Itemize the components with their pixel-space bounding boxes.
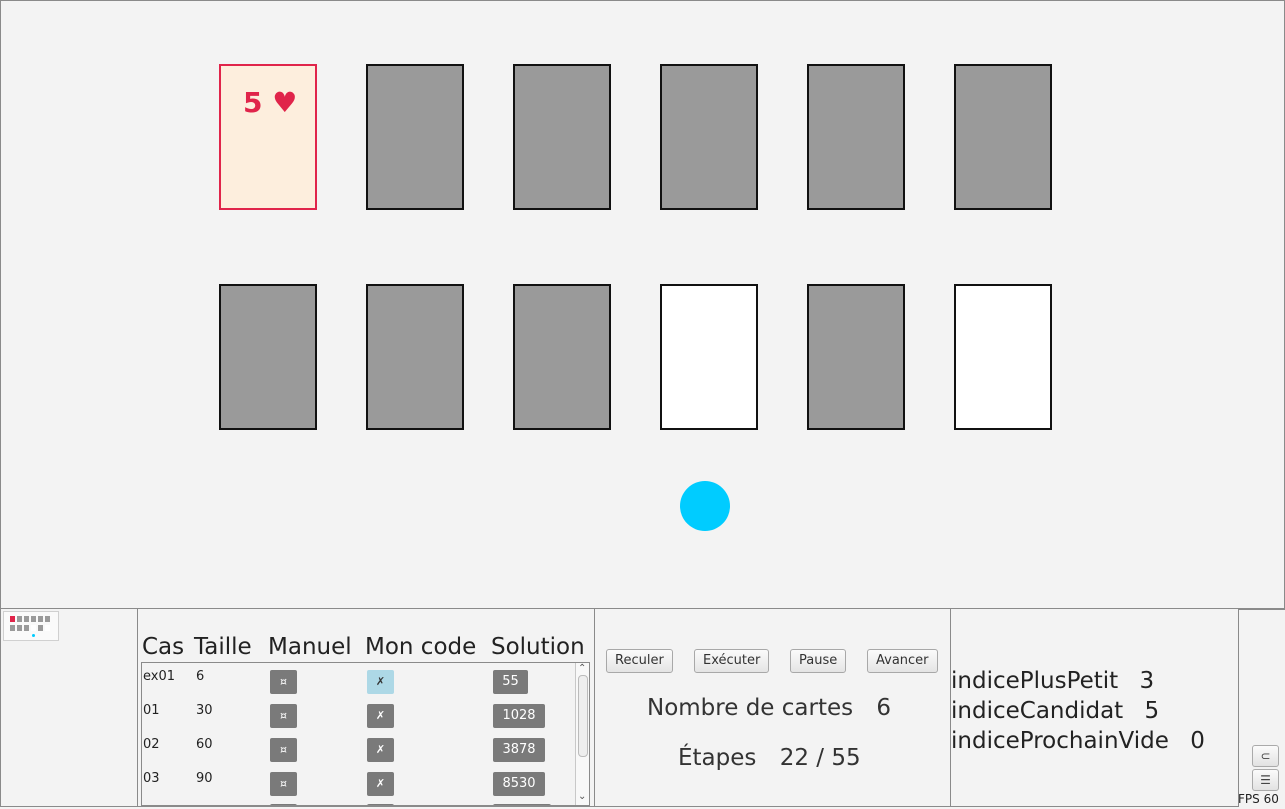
header-taille: Taille [194,634,252,660]
minimap-card [45,625,50,631]
manual-button[interactable]: ¤ [270,772,297,796]
scroll-up-icon[interactable]: ⌃ [578,663,586,674]
solution-button[interactable] [493,804,551,805]
cases-header: Cas Taille Manuel Mon code Solution [142,634,590,662]
header-solution: Solution [491,634,585,660]
bottom-panel: Cas Taille Manuel Mon code Solution ex01… [0,608,1285,809]
variable-name: indiceProchainVide [951,728,1169,754]
card-slot-empty [660,284,758,430]
game-canvas: 5 ♥ [0,0,1285,610]
manual-button[interactable]: ¤ [270,670,297,694]
executer-button[interactable]: Exécuter [694,649,770,673]
card-face-label: 5 ♥ [243,86,297,119]
reculer-button[interactable]: Reculer [606,649,673,673]
steps-label: Étapes [678,745,757,771]
variable-row: indiceProchainVide 0 [951,728,1205,754]
card-back [513,284,611,430]
minimap[interactable] [3,611,59,641]
card-rank: 5 [243,86,263,119]
header-mon-code: Mon code [365,634,477,660]
minimap-card [38,616,43,622]
minimap-card [31,616,36,622]
solution-button[interactable]: 55 [493,670,528,694]
card-back [366,64,464,210]
menu-icon[interactable]: ☰ [1252,769,1279,791]
cards-count-label: Nombre de cartes [647,695,854,721]
row-cas: 01 [143,703,160,718]
table-row[interactable] [142,799,577,805]
manual-button[interactable]: ¤ [270,738,297,762]
table-row[interactable]: 01 30 ¤ ✗ 1028 [142,697,577,731]
card-face: 5 ♥ [219,64,317,210]
header-manuel: Manuel [268,634,352,660]
steps-count: Étapes 22 / 55 [678,745,861,771]
minimap-card [45,616,50,622]
scroll-down-icon[interactable]: ⌄ [578,791,586,802]
cards-count-value: 6 [876,695,892,721]
table-row[interactable]: ex01 6 ¤ ✗ 55 [142,663,577,697]
card-back [513,64,611,210]
table-row[interactable]: 03 90 ¤ ✗ 8530 [142,765,577,799]
minimap-card [31,625,36,631]
card-back [366,284,464,430]
variable-name: indiceCandidat [951,698,1124,724]
solution-button[interactable]: 3878 [493,738,545,762]
cases-list[interactable]: ex01 6 ¤ ✗ 55 01 30 ¤ ✗ 1028 02 60 ¤ ✗ 3… [141,662,590,806]
card-back [807,284,905,430]
pause-button[interactable]: Pause [790,649,847,673]
card-back [954,64,1052,210]
row-taille: 60 [196,737,213,752]
steps-value: 22 / 55 [779,745,861,771]
scroll-thumb[interactable] [578,675,588,757]
controls-panel: Reculer Exécuter Pause Avancer Nombre de… [594,608,951,807]
row-taille: 90 [196,771,213,786]
avancer-button[interactable]: Avancer [867,649,938,673]
manual-button[interactable] [270,804,297,805]
variable-row: indiceCandidat 5 [951,698,1159,724]
minimap-card [10,616,15,622]
minimap-card [17,625,22,631]
variable-value: 3 [1139,668,1155,694]
row-cas: ex01 [143,669,176,684]
fps-counter: FPS 60 [1238,792,1279,806]
scrollbar[interactable]: ⌃ ⌄ [575,663,589,805]
minimap-panel [0,608,138,807]
reload-icon[interactable]: ⊂ [1252,745,1279,767]
card-back [807,64,905,210]
run-code-button[interactable]: ✗ [367,772,394,796]
header-cas: Cas [142,634,185,660]
minimap-card [17,616,22,622]
cards-count: Nombre de cartes 6 [647,695,891,721]
manual-button[interactable]: ¤ [270,704,297,728]
card-back [660,64,758,210]
minimap-card [10,625,15,631]
row-taille: 30 [196,703,213,718]
card-back [219,284,317,430]
solution-button[interactable]: 8530 [493,772,545,796]
row-cas: 03 [143,771,160,786]
run-code-button[interactable]: ✗ [367,670,394,694]
variable-row: indicePlusPetit 3 [951,668,1154,694]
position-marker [680,481,730,531]
row-cas: 02 [143,737,160,752]
run-code-button[interactable]: ✗ [367,704,394,728]
solution-button[interactable]: 1028 [493,704,545,728]
run-code-button[interactable] [367,804,394,805]
run-code-button[interactable]: ✗ [367,738,394,762]
minimap-card [24,616,29,622]
minimap-marker [32,634,35,637]
variable-value: 5 [1144,698,1160,724]
variable-name: indicePlusPetit [951,668,1119,694]
table-row[interactable]: 02 60 ¤ ✗ 3878 [142,731,577,765]
heart-icon: ♥ [272,86,298,119]
card-slot-empty [954,284,1052,430]
minimap-card [24,625,29,631]
row-taille: 6 [196,669,205,684]
minimap-card [38,625,43,631]
variable-value: 0 [1190,728,1205,754]
